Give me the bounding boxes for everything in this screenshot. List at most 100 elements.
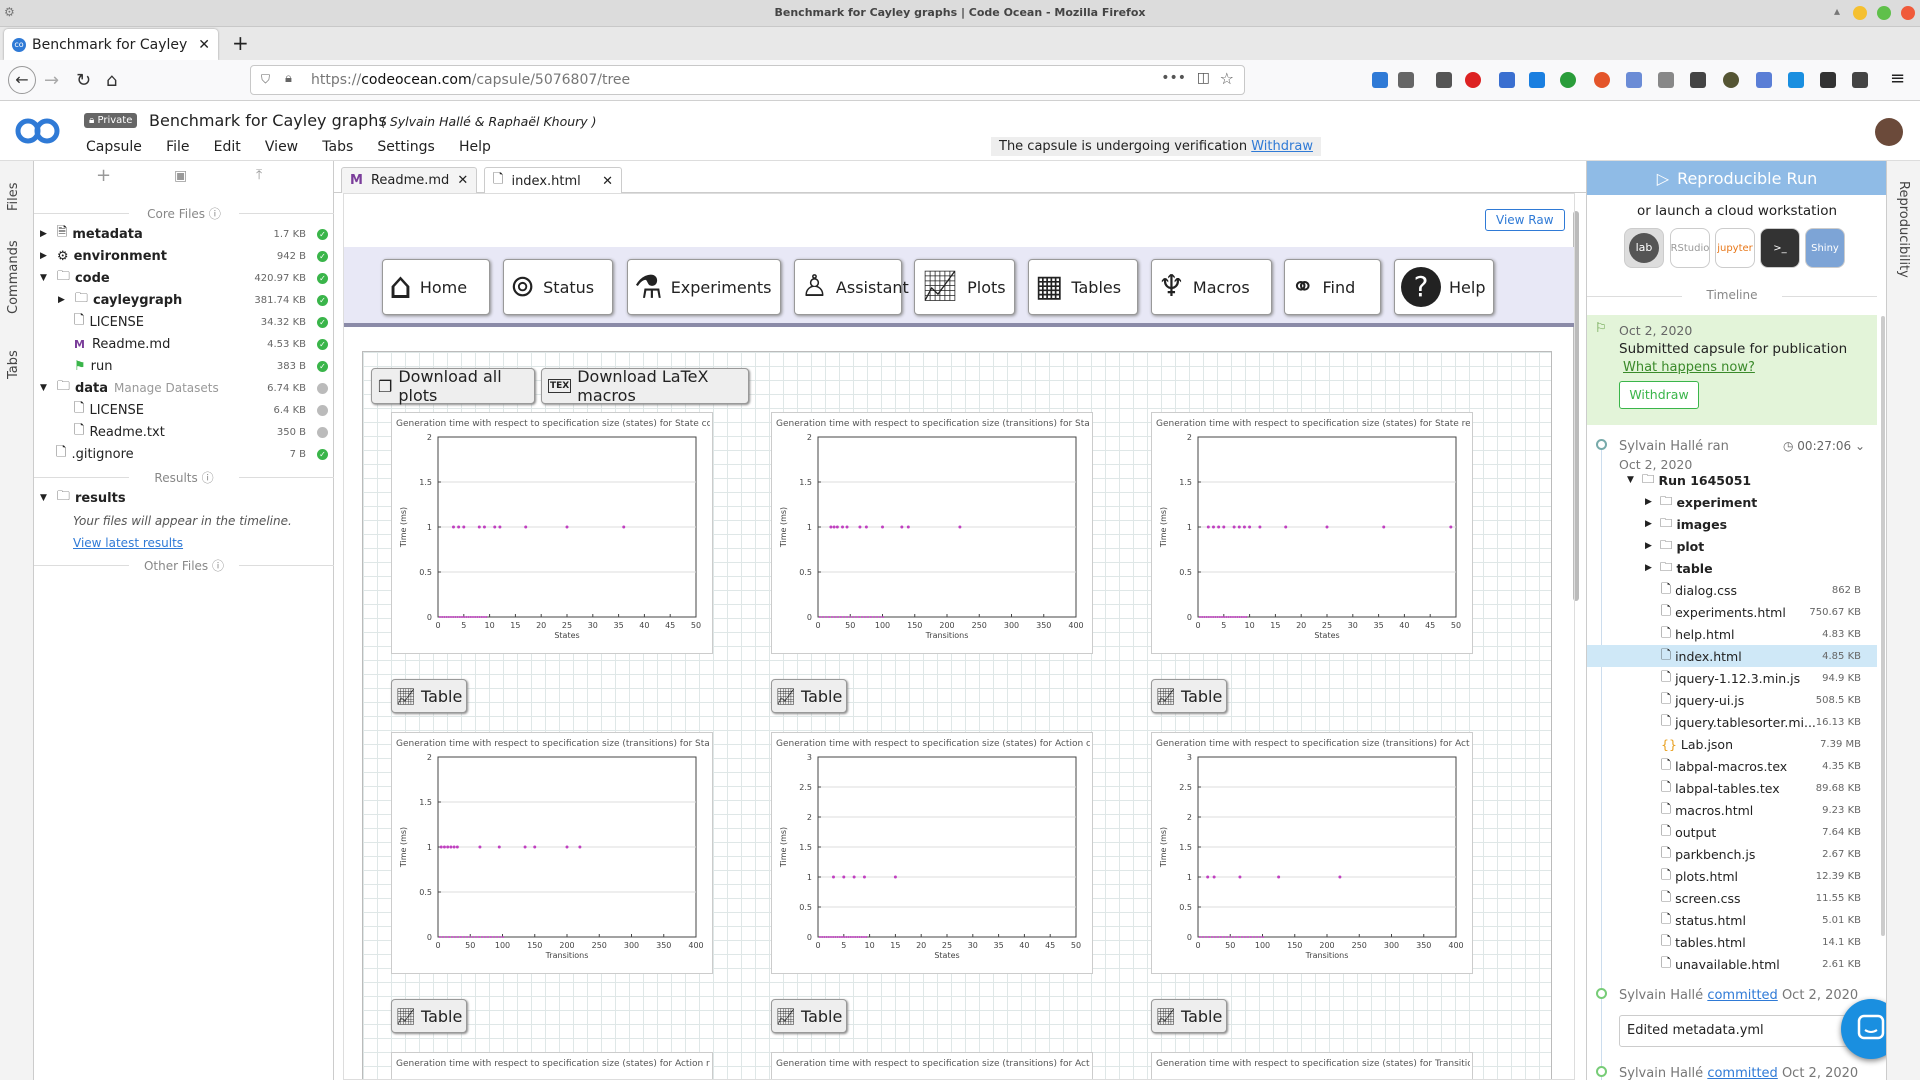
run-item-row[interactable]: ▶ 🗀 table (1587, 557, 1877, 579)
tree-row-metadata[interactable]: ▶ 🗎 metadata 1.7 KB ✓ (34, 223, 334, 245)
hamburger-menu-icon[interactable]: ≡ (1890, 68, 1905, 89)
back-button[interactable]: ← (8, 66, 36, 94)
workstation-jupyter[interactable]: jupyter (1715, 228, 1755, 268)
tree-row-cayleygraph[interactable]: ▶ 🗀 cayleygraph 381.74 KB ✓ (34, 289, 334, 311)
extension-face-icon[interactable] (1594, 72, 1610, 88)
reproducible-run-button[interactable]: ▷ Reproducible Run (1587, 161, 1887, 195)
image-icon[interactable] (1658, 72, 1674, 88)
withdraw-link[interactable]: Withdraw (1251, 139, 1313, 154)
menu-help[interactable]: Help (459, 139, 491, 155)
workstation-terminal[interactable]: >_ (1760, 228, 1800, 268)
run-item-row[interactable]: ▶ 🗀 experiment (1587, 491, 1877, 513)
nav-status[interactable]: ⊚ Status (503, 259, 613, 315)
grid-icon[interactable] (1756, 72, 1772, 88)
run-item-row[interactable]: 🗋 labpal-macros.tex 4.35 KB (1587, 755, 1877, 777)
table-button[interactable]: 📈︎ Table (1151, 679, 1227, 713)
run-item-row[interactable]: 🗋 macros.html 9.23 KB (1587, 799, 1877, 821)
nav-macros[interactable]: ♆ Macros (1151, 259, 1272, 315)
run-folder-row[interactable]: ▼ 🗀 Run 1645051 (1627, 469, 1917, 491)
menu-capsule[interactable]: Capsule (86, 139, 142, 155)
close-window-button[interactable] (1901, 6, 1915, 20)
plus-box-icon[interactable] (1820, 72, 1836, 88)
workstation-lab[interactable]: lab (1624, 228, 1664, 268)
caret-right-icon[interactable]: ▶ (1645, 541, 1652, 551)
run-item-row[interactable]: 🗋 jquery-ui.js 508.5 KB (1587, 689, 1877, 711)
tree-row-readme[interactable]: M Readme.md 4.53 KB ✓ (34, 333, 334, 355)
side-tab-files[interactable]: Files (6, 182, 21, 211)
menu-file[interactable]: File (166, 139, 189, 155)
run-item-row[interactable]: 🗋 tables.html 14.1 KB (1587, 931, 1877, 953)
run-item-row[interactable]: 🗋 help.html 4.83 KB (1587, 623, 1877, 645)
nav-help[interactable]: ? Help (1394, 259, 1494, 315)
sidebar-icon[interactable] (1436, 72, 1452, 88)
profile-icon[interactable] (1723, 72, 1739, 88)
run-item-row[interactable]: 🗋 index.html 4.85 KB (1587, 645, 1877, 667)
tree-row-data-license[interactable]: 🗋 LICENSE 6.4 KB (34, 399, 334, 421)
run-item-row[interactable]: 🗋 plots.html 12.39 KB (1587, 865, 1877, 887)
maximize-button[interactable] (1877, 6, 1891, 20)
run-item-row[interactable]: 🗋 parkbench.js 2.67 KB (1587, 843, 1877, 865)
run-item-row[interactable]: 🗋 jquery-1.12.3.min.js 94.9 KB (1587, 667, 1877, 689)
notification-icon[interactable] (1788, 72, 1804, 88)
caret-right-icon[interactable]: ▶ (1645, 497, 1652, 507)
table-button[interactable]: 📈︎ Table (1151, 999, 1227, 1033)
upload-icon[interactable]: ⤒ (256, 167, 262, 183)
tab-index-html[interactable]: 🗋 index.html ✕ (484, 167, 622, 194)
nav-home[interactable]: ⌂ Home (382, 259, 490, 315)
forward-button[interactable]: → (44, 70, 59, 91)
run-item-row[interactable]: ▶ 🗀 plot (1587, 535, 1877, 557)
view-raw-button[interactable]: View Raw (1485, 209, 1565, 231)
chevron-down-icon[interactable]: ⌄ (1851, 439, 1865, 453)
home-icon[interactable]: ⌂ (106, 70, 117, 91)
run-item-row[interactable]: 🗋 status.html 5.01 KB (1587, 909, 1877, 931)
nav-tables[interactable]: ▦ Tables (1028, 259, 1138, 315)
extension-b-icon[interactable] (1560, 72, 1576, 88)
caret-right-icon[interactable]: ▶ (40, 251, 47, 261)
committed-link[interactable]: committed (1707, 988, 1777, 1003)
view-latest-link[interactable]: View latest results (73, 536, 183, 550)
tab-readme[interactable]: M Readme.md ✕ (341, 167, 477, 193)
run-item-row[interactable]: 🗋 unavailable.html 2.61 KB (1587, 953, 1877, 975)
side-tab-tabs[interactable]: Tabs (6, 350, 21, 379)
browser-tab[interactable]: co Benchmark for Cayley gr ✕ (4, 29, 218, 60)
caret-right-icon[interactable]: ▶ (1645, 519, 1652, 529)
tree-row-environment[interactable]: ▶ ⚙ environment 942 B ✓ (34, 245, 334, 267)
barcode-icon[interactable] (1690, 72, 1706, 88)
committed-link[interactable]: committed (1707, 1066, 1777, 1081)
tree-row-results[interactable]: ▼ 🗀 results (34, 487, 334, 509)
download-icon[interactable] (1372, 72, 1388, 88)
add-folder-icon[interactable]: ▣ (174, 168, 187, 184)
menu-edit[interactable]: Edit (214, 139, 241, 155)
save-icon[interactable] (1499, 72, 1515, 88)
tree-row-readme-txt[interactable]: 🗋 Readme.txt 350 B (34, 421, 334, 443)
new-tab-button[interactable]: + (232, 31, 249, 55)
run-item-row[interactable]: 🗋 output 7.64 KB (1587, 821, 1877, 843)
variables-icon[interactable] (1852, 72, 1868, 88)
reload-button[interactable]: ↻ (76, 70, 91, 91)
what-happens-link[interactable]: What happens now? (1623, 360, 1755, 375)
scrollbar[interactable] (1881, 316, 1885, 936)
side-tab-reproducibility[interactable]: Reproducibility (1896, 181, 1911, 278)
caret-right-icon[interactable]: ▶ (58, 295, 65, 305)
workstation-shiny[interactable]: Shiny (1805, 228, 1845, 268)
menu-tabs[interactable]: Tabs (322, 139, 353, 155)
run-item-row[interactable]: 🗋 labpal-tables.tex 89.68 KB (1587, 777, 1877, 799)
nav-assistant[interactable]: ♙ Assistant (794, 259, 909, 315)
workstation-rstudio[interactable]: RStudio (1670, 228, 1710, 268)
caret-down-icon[interactable]: ▼ (40, 383, 47, 393)
add-file-icon[interactable]: + (96, 165, 111, 186)
tree-row-data[interactable]: ▼ 🗀 data Manage Datasets 6.74 KB (34, 377, 334, 399)
minimize-button[interactable] (1853, 6, 1867, 20)
caret-right-icon[interactable]: ▶ (1645, 563, 1652, 573)
tree-row-license[interactable]: 🗋 LICENSE 34.32 KB ✓ (34, 311, 334, 333)
table-button[interactable]: 📈︎ Table (391, 999, 467, 1033)
nav-plots[interactable]: 📈︎ Plots (914, 259, 1015, 315)
bookmark-star-icon[interactable]: ☆ (1220, 69, 1234, 88)
caret-down-icon[interactable]: ▼ (1627, 475, 1634, 485)
close-icon[interactable]: ✕ (602, 174, 613, 189)
pocket-icon[interactable]: ◫ (1197, 70, 1210, 86)
withdraw-button[interactable]: Withdraw (1619, 381, 1699, 409)
cursor-icon[interactable] (1529, 72, 1545, 88)
download-latex-button[interactable]: TEX Download LaTeX macros (541, 367, 749, 405)
table-button[interactable]: 📈︎ Table (771, 999, 847, 1033)
